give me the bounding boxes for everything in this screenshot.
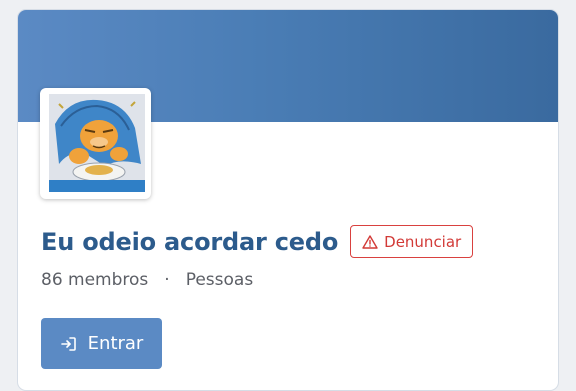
group-title: Eu odeio acordar cedo <box>41 227 339 256</box>
report-button[interactable]: Denunciar <box>350 225 474 258</box>
sign-in-icon <box>60 336 76 351</box>
group-category: Pessoas <box>185 270 254 290</box>
group-avatar[interactable] <box>40 88 151 199</box>
group-meta: 86 membros · Pessoas <box>41 270 253 290</box>
title-row: Eu odeio acordar cedo Denunciar <box>41 225 474 258</box>
meta-separator: · <box>164 270 170 290</box>
join-button[interactable]: Entrar <box>41 318 162 369</box>
warning-triangle-icon <box>362 234 378 249</box>
report-button-label: Denunciar <box>384 232 462 251</box>
join-button-label: Entrar <box>87 333 144 354</box>
group-avatar-image <box>49 94 145 192</box>
group-card: Eu odeio acordar cedo Denunciar 86 membr… <box>17 9 559 391</box>
member-count: 86 membros <box>41 270 149 290</box>
